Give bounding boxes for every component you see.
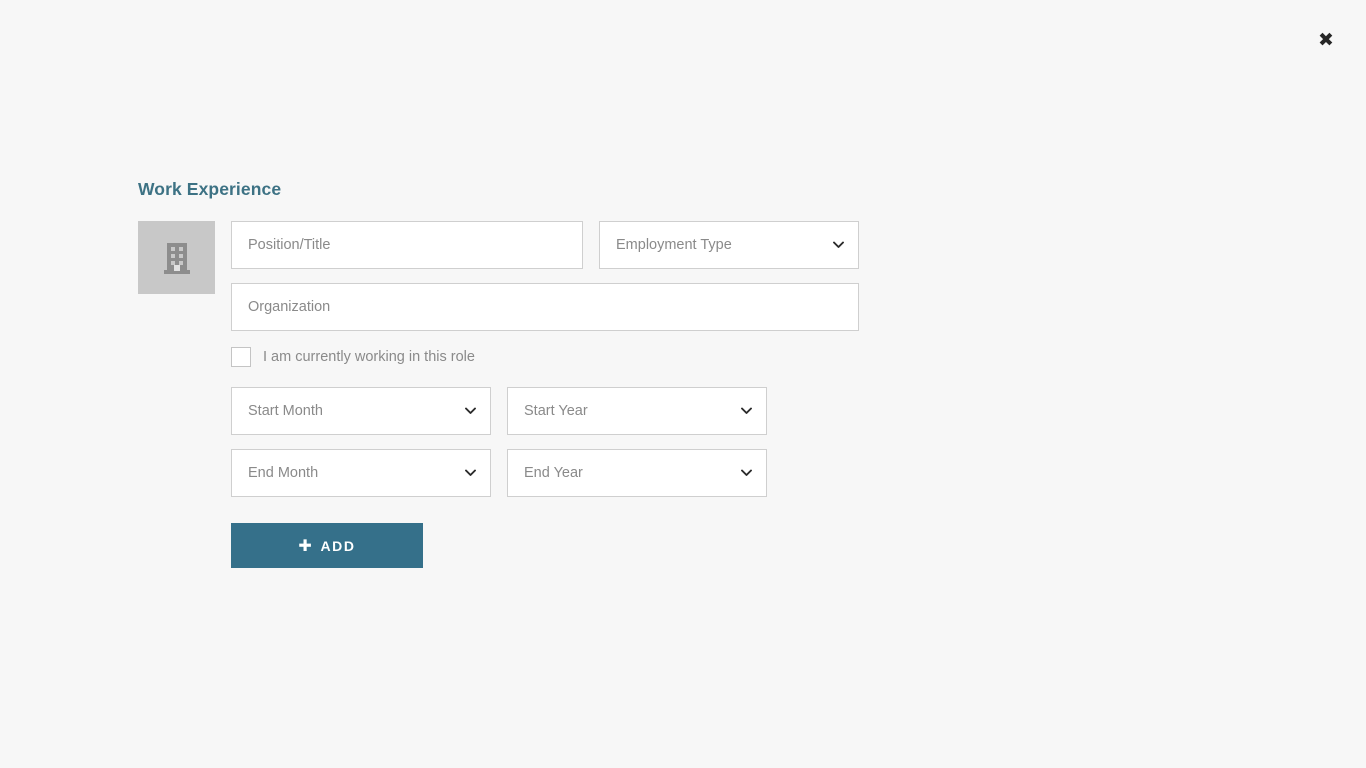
form-row-end-date: End Month End Year <box>231 449 878 497</box>
end-year-select[interactable]: End Year <box>507 449 767 497</box>
add-button-label: ADD <box>320 538 355 554</box>
chevron-down-icon <box>832 239 844 251</box>
add-button[interactable]: ✚ ADD <box>231 523 423 568</box>
current-role-checkbox[interactable] <box>231 347 251 367</box>
close-dialog-button[interactable]: ✖ <box>1312 26 1340 54</box>
current-role-label: I am currently working in this role <box>263 350 475 365</box>
form-row-start-date: Start Month Start Year <box>231 387 878 435</box>
company-logo-upload[interactable] <box>138 221 215 294</box>
organization-placeholder: Organization <box>248 299 330 315</box>
work-experience-form: Position/Title Employment Type Organizat… <box>138 221 878 568</box>
end-month-placeholder: End Month <box>248 465 318 481</box>
chevron-down-icon <box>740 405 752 417</box>
form-row-organization: Organization <box>231 283 878 331</box>
work-experience-panel: Work Experience <box>138 180 878 568</box>
position-title-input[interactable]: Position/Title <box>231 221 583 269</box>
chevron-down-icon <box>740 467 752 479</box>
start-year-select[interactable]: Start Year <box>507 387 767 435</box>
organization-input[interactable]: Organization <box>231 283 859 331</box>
end-year-placeholder: End Year <box>524 465 583 481</box>
start-year-placeholder: Start Year <box>524 403 588 419</box>
end-month-select[interactable]: End Month <box>231 449 491 497</box>
plus-icon: ✚ <box>298 538 313 554</box>
employment-type-select[interactable]: Employment Type <box>599 221 859 269</box>
employment-type-placeholder: Employment Type <box>616 237 732 253</box>
chevron-down-icon <box>464 405 476 417</box>
current-role-checkbox-row[interactable]: I am currently working in this role <box>231 347 475 367</box>
page-title: Work Experience <box>138 180 878 199</box>
position-title-placeholder: Position/Title <box>248 237 330 253</box>
close-icon: ✖ <box>1318 31 1334 50</box>
chevron-down-icon <box>464 467 476 479</box>
start-month-placeholder: Start Month <box>248 403 323 419</box>
building-icon <box>162 240 192 276</box>
form-row-position: Position/Title Employment Type <box>231 221 878 269</box>
start-month-select[interactable]: Start Month <box>231 387 491 435</box>
